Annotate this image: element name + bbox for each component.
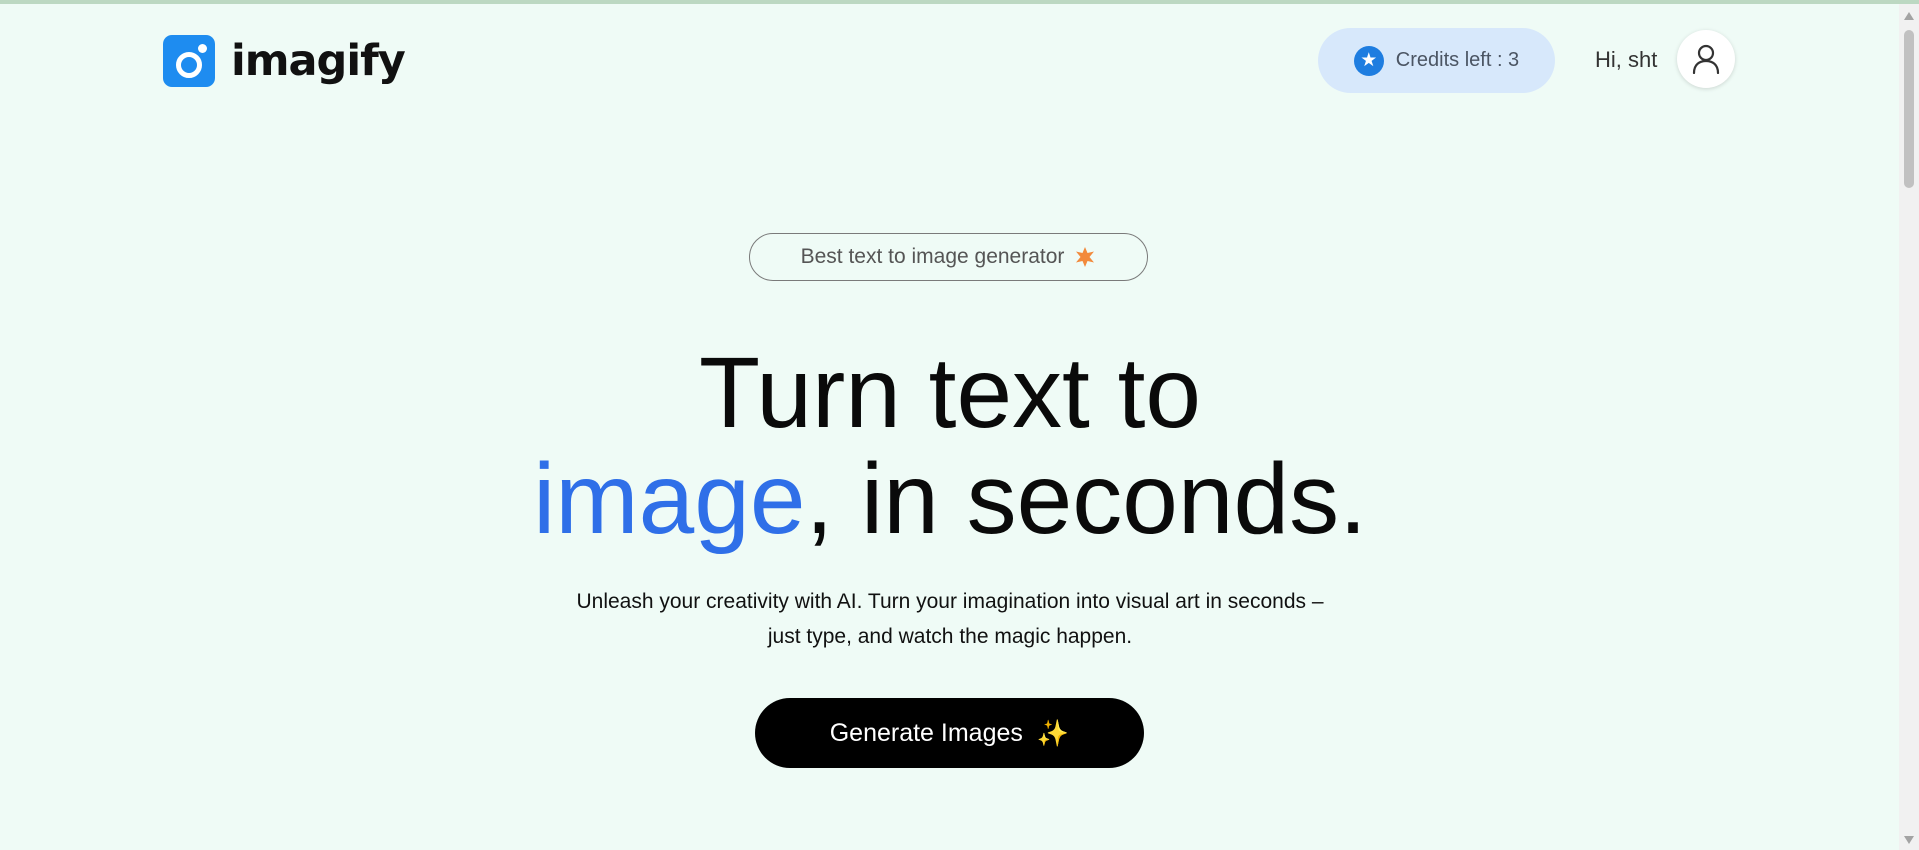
hero-subtitle: Unleash your creativity with AI. Turn yo… <box>510 584 1390 654</box>
sparkles-icon: ✨ <box>1036 717 1070 748</box>
hero-title-line1: Turn text to <box>698 337 1202 449</box>
hero-subtitle-line1: Unleash your creativity with AI. Turn yo… <box>576 590 1324 613</box>
generate-images-label: Generate Images <box>829 718 1023 747</box>
user-greeting: Hi, sht <box>1595 47 1658 72</box>
hero-title-line2: , in seconds. <box>805 443 1367 555</box>
brand-logo[interactable]: imagify <box>163 35 406 87</box>
logo-icon <box>163 35 215 87</box>
user-icon <box>1692 44 1720 74</box>
hero-title: Turn text to image, in seconds. <box>450 340 1450 552</box>
credits-button[interactable]: ★ Credits left : 3 <box>1318 28 1555 93</box>
window-top-border <box>0 0 1919 4</box>
credits-label: Credits left : 3 <box>1395 49 1520 71</box>
user-avatar-button[interactable] <box>1677 30 1735 88</box>
vertical-scrollbar[interactable] <box>1899 4 1919 850</box>
scroll-down-arrow-icon[interactable] <box>1904 836 1914 844</box>
brand-name: imagify <box>231 36 406 86</box>
star-icon: ★ <box>1353 45 1384 76</box>
hero-title-accent: image <box>533 443 806 555</box>
burst-star-icon <box>1076 247 1095 267</box>
generate-images-button[interactable]: Generate Images ✨ <box>755 698 1144 768</box>
badge-text: Best text to image generator <box>800 245 1065 268</box>
hero-subtitle-line2: just type, and watch the magic happen. <box>767 625 1133 648</box>
scroll-up-arrow-icon[interactable] <box>1904 12 1914 20</box>
scrollbar-thumb[interactable] <box>1904 30 1914 188</box>
tagline-badge: Best text to image generator <box>749 233 1148 281</box>
